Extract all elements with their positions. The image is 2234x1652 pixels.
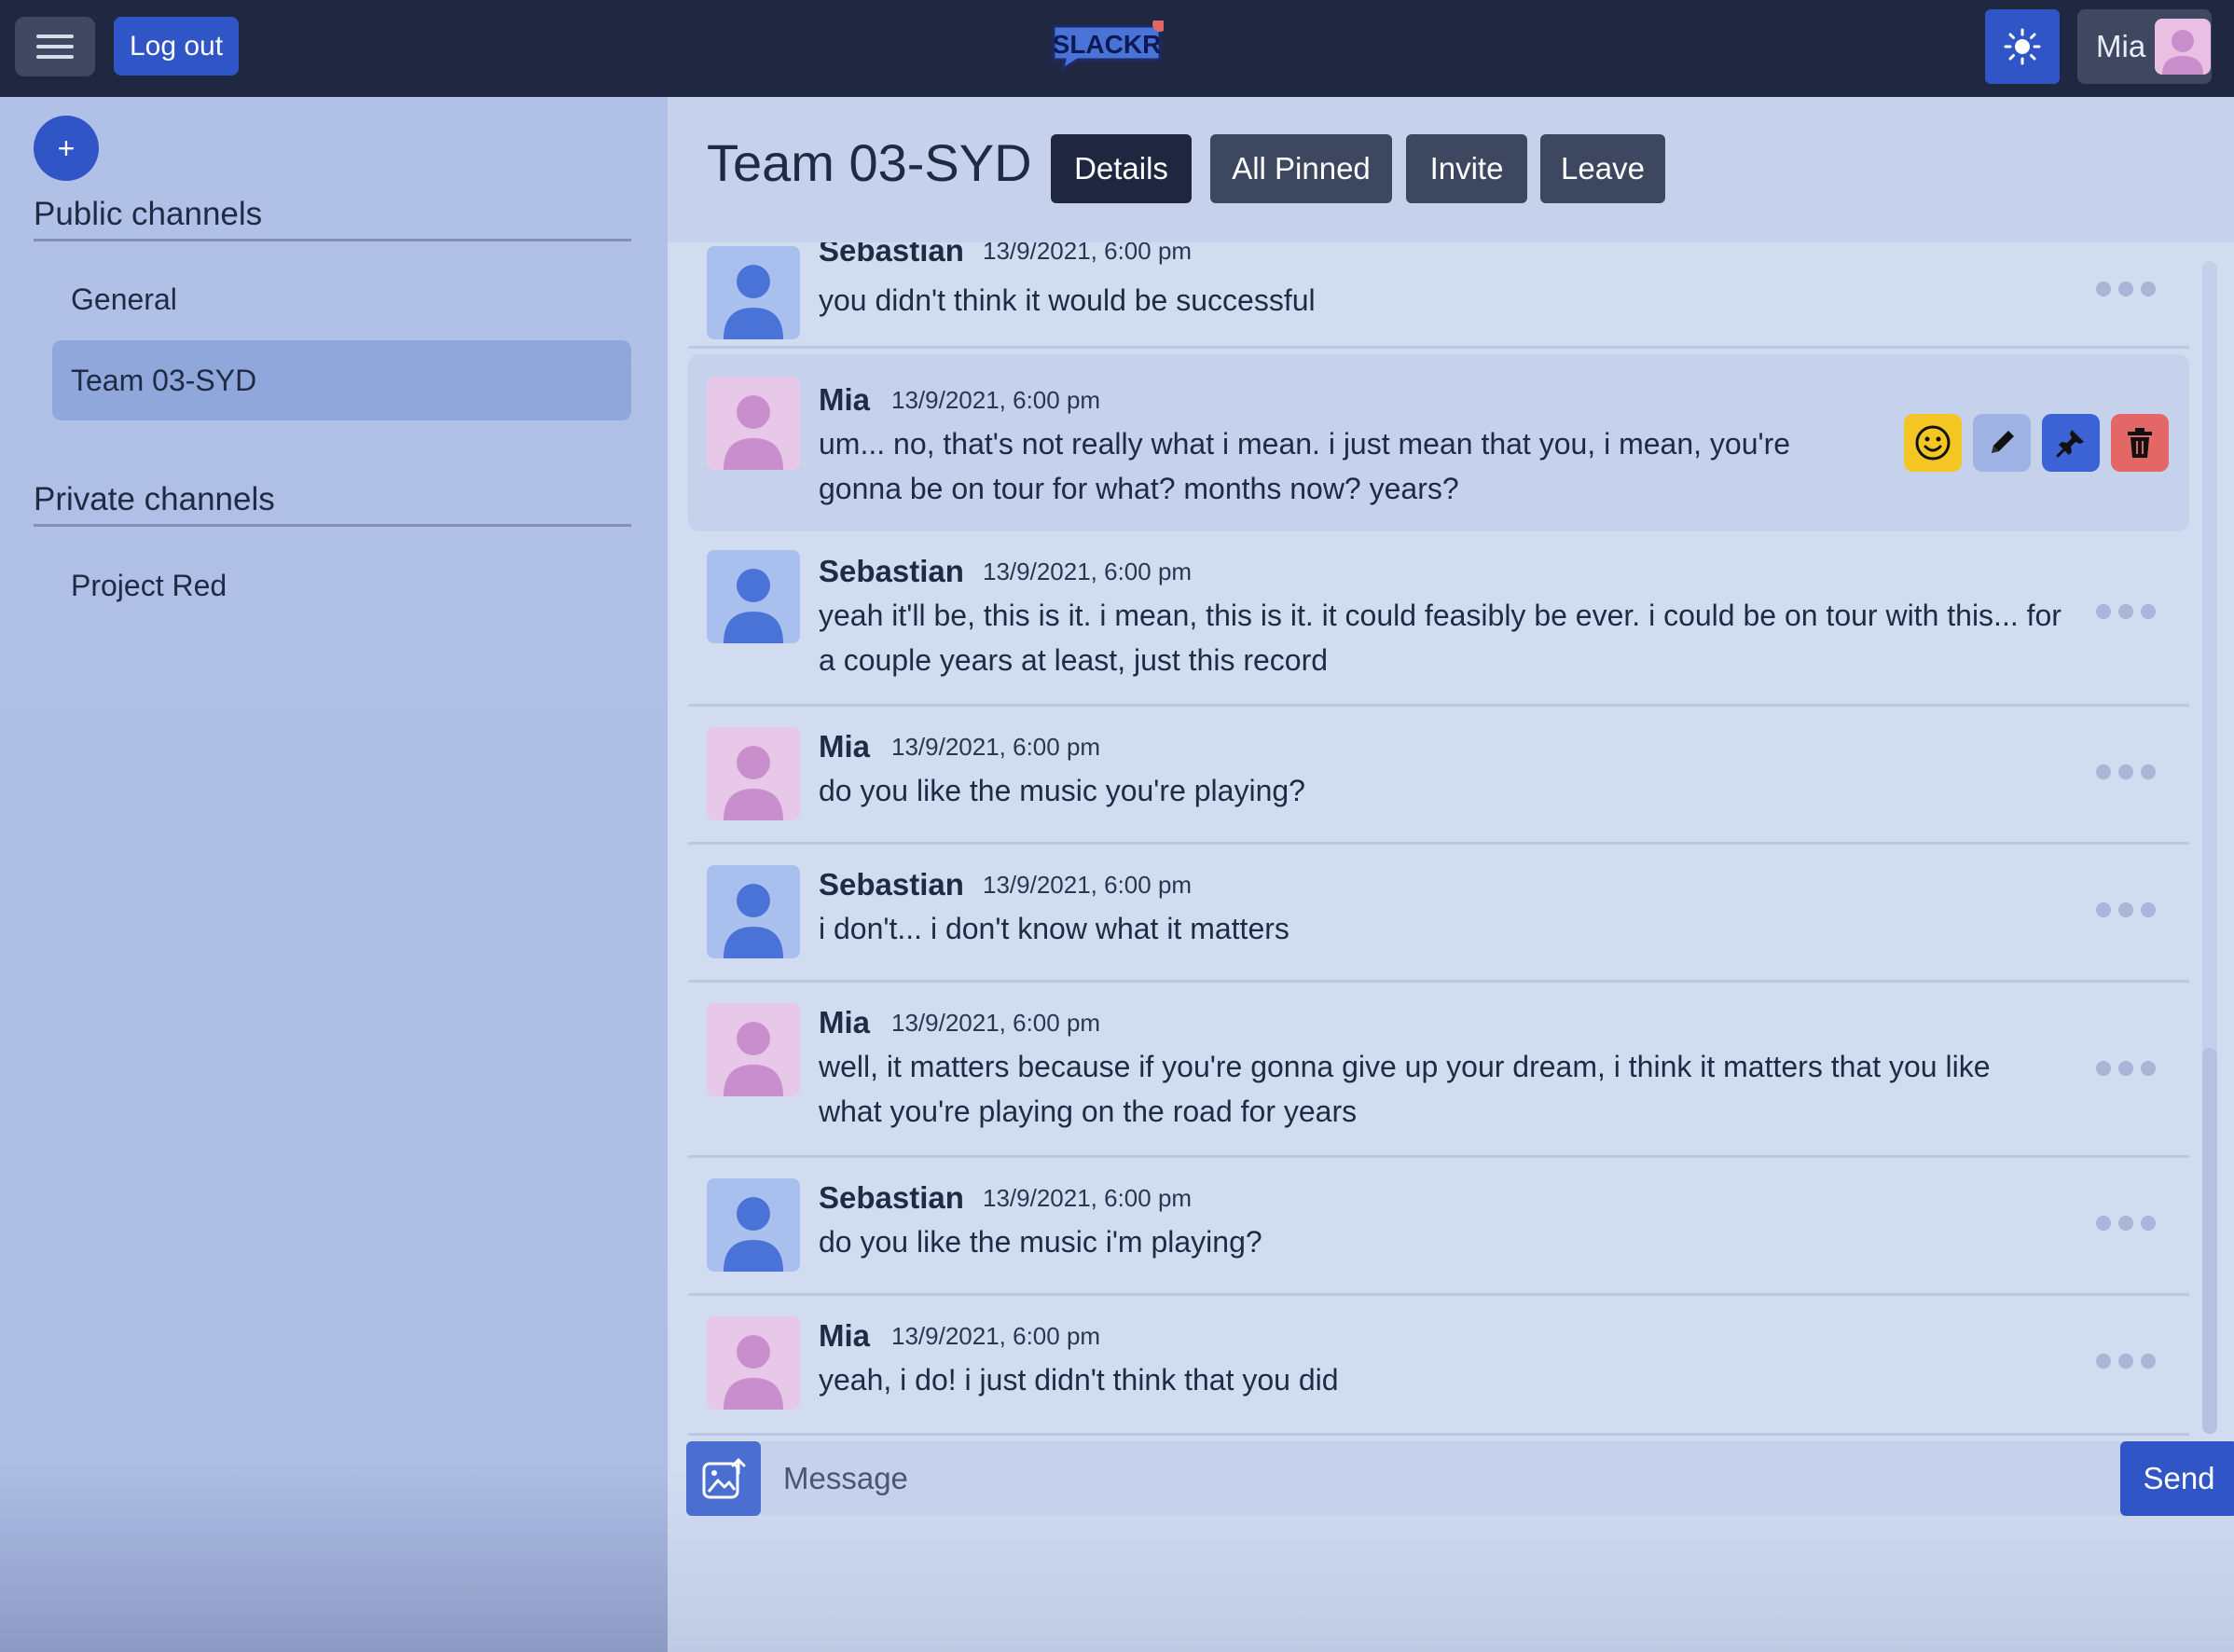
channel-title: Team 03-SYD [707, 133, 1032, 192]
message-text: well, it matters because if you're gonna… [819, 1050, 1991, 1128]
logo-text: SLACKR [1053, 30, 1162, 59]
message-author: Mia [819, 382, 871, 417]
message-text: um... no, that's not really what i mean.… [819, 427, 1791, 505]
send-button[interactable]: Send [2120, 1441, 2234, 1516]
pin-button[interactable] [2042, 414, 2100, 472]
all-pinned-button[interactable]: All Pinned [1210, 134, 1392, 203]
private-channels-heading: Private channels [34, 481, 631, 527]
scrollbar-thumb[interactable] [2202, 1048, 2217, 1434]
sidebar-item-general[interactable]: General [52, 259, 631, 339]
message-author: Sebastian [819, 554, 964, 588]
sidebar-item-project-red[interactable]: Project Red [52, 545, 631, 626]
message-text: i don't... i don't know what it matters [819, 912, 1289, 945]
user-profile-button[interactable]: Mia [2077, 9, 2212, 84]
message-item: Mia 13/9/2021, 6:00 pm well, it matters … [688, 983, 2189, 1158]
message-timestamp: 13/9/2021, 6:00 pm [983, 1184, 1193, 1212]
message-timestamp: 13/9/2021, 6:00 pm [983, 558, 1193, 585]
message-author: Sebastian [819, 1180, 964, 1215]
message-text: do you like the music i'm playing? [819, 1225, 1262, 1259]
avatar [707, 1316, 800, 1410]
message-timestamp: 13/9/2021, 6:00 pm [983, 871, 1193, 899]
message-author: Mia [819, 729, 871, 764]
image-upload-icon [702, 1457, 746, 1499]
details-button[interactable]: Details [1051, 134, 1192, 203]
user-avatar [2155, 19, 2212, 75]
user-name: Mia [2096, 29, 2146, 63]
invite-button[interactable]: Invite [1406, 134, 1527, 203]
top-nav-bar: Log out SLACKR Mia [0, 0, 2234, 97]
sidebar: + Public channels General Team 03-SYD Pr… [0, 97, 668, 1652]
message-text: do you like the music you're playing? [819, 774, 1305, 807]
logout-button[interactable]: Log out [114, 17, 239, 76]
avatar [707, 1178, 800, 1272]
slackr-logo: SLACKR [1050, 17, 1167, 73]
message-options-button[interactable] [2096, 1352, 2161, 1370]
avatar [707, 727, 800, 820]
message-text: yeah it'll be, this is it. i mean, this … [819, 599, 2062, 677]
sun-icon [2004, 28, 2041, 65]
pencil-icon [1992, 431, 2014, 453]
menu-button[interactable] [15, 17, 95, 76]
message-timestamp: 13/9/2021, 6:00 pm [983, 242, 1193, 265]
message-options-button[interactable] [2096, 280, 2161, 298]
main-panel: Team 03-SYD Details All Pinned Invite Le… [668, 97, 2234, 1652]
message-timestamp: 13/9/2021, 6:00 pm [891, 386, 1101, 414]
message-item: Sebastian 13/9/2021, 6:00 pm you didn't … [688, 242, 2189, 349]
channel-header: Team 03-SYD Details All Pinned Invite Le… [668, 97, 2234, 242]
message-item: Sebastian 13/9/2021, 6:00 pm do you like… [688, 1158, 2189, 1296]
message-options-button[interactable] [2096, 763, 2161, 781]
avatar [707, 377, 800, 470]
message-text: you didn't think it would be successful [819, 283, 1316, 317]
hamburger-icon [36, 34, 74, 59]
message-options-button[interactable] [2096, 1214, 2161, 1232]
message-item: Mia 13/9/2021, 6:00 pm yeah, i do! i jus… [688, 1296, 2189, 1436]
theme-toggle-button[interactable] [1985, 9, 2060, 84]
pin-icon [2056, 430, 2084, 458]
trash-icon [2128, 428, 2152, 458]
message-item: Sebastian 13/9/2021, 6:00 pm yeah it'll … [688, 531, 2189, 707]
smiley-icon [1915, 425, 1951, 461]
edit-button[interactable] [1973, 414, 2031, 472]
avatar [707, 550, 800, 643]
message-author: Mia [819, 1318, 871, 1353]
react-button[interactable] [1904, 414, 1962, 472]
message-composer: Send [686, 1441, 2234, 1516]
message-timestamp: 13/9/2021, 6:00 pm [891, 733, 1101, 761]
message-timestamp: 13/9/2021, 6:00 pm [891, 1009, 1101, 1037]
message-text: yeah, i do! i just didn't think that you… [819, 1363, 1339, 1397]
message-item: Sebastian 13/9/2021, 6:00 pm i don't... … [688, 845, 2189, 983]
delete-button[interactable] [2111, 414, 2169, 472]
message-author: Sebastian [819, 867, 964, 902]
message-item: Mia 13/9/2021, 6:00 pm um... no, that's … [688, 354, 2189, 531]
message-input[interactable] [761, 1441, 2135, 1516]
public-channels-heading: Public channels [34, 196, 631, 241]
message-options-button[interactable] [2096, 1059, 2161, 1078]
message-timestamp: 13/9/2021, 6:00 pm [891, 1322, 1101, 1350]
add-channel-button[interactable]: + [34, 116, 99, 181]
message-options-button[interactable] [2096, 901, 2161, 919]
avatar [707, 246, 800, 339]
message-item: Mia 13/9/2021, 6:00 pm do you like the m… [688, 707, 2189, 845]
message-options-button[interactable] [2096, 602, 2161, 621]
message-list: Sebastian 13/9/2021, 6:00 pm you didn't … [688, 242, 2189, 1533]
message-author: Mia [819, 1005, 871, 1039]
leave-button[interactable]: Leave [1540, 134, 1665, 203]
image-upload-button[interactable] [686, 1441, 761, 1516]
avatar [707, 865, 800, 958]
message-author: Sebastian [819, 242, 964, 268]
avatar [707, 1003, 800, 1096]
sidebar-item-team-03-syd[interactable]: Team 03-SYD [52, 340, 631, 420]
